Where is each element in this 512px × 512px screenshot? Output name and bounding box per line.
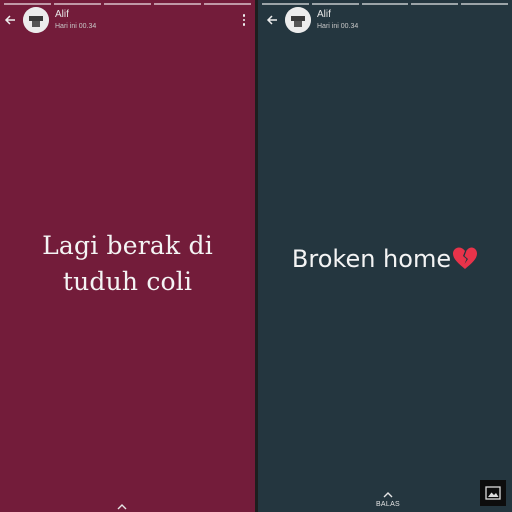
chevron-up-icon[interactable] [116, 498, 128, 510]
caption-line: Lagi berak di [42, 231, 213, 260]
story-progress-bar [4, 3, 251, 5]
story-progress-bar [262, 3, 508, 5]
more-vert-icon[interactable] [241, 12, 247, 28]
story-timestamp: Hari ini 00.34 [317, 23, 359, 30]
story-caption: Broken home [258, 243, 512, 278]
story-timestamp: Hari ini 00.34 [55, 23, 97, 30]
story-panel-left[interactable]: Alif Hari ini 00.34 Lagi berak di tuduh … [0, 0, 255, 512]
story-header: Alif Hari ini 00.34 [258, 6, 512, 34]
back-arrow-icon[interactable] [263, 11, 281, 29]
author-name: Alif [55, 9, 69, 20]
broken-heart-icon [452, 246, 478, 278]
caption-line: tuduh coli [62, 267, 193, 296]
avatar[interactable] [23, 7, 49, 33]
chevron-up-icon[interactable] [382, 486, 394, 498]
reply-button[interactable]: BALAS [370, 501, 406, 508]
story-header: Alif Hari ini 00.34 [0, 6, 255, 34]
story-caption: Lagi berak di tuduh coli [0, 228, 255, 300]
story-panel-right[interactable]: Alif Hari ini 00.34 Broken home BALAS [258, 0, 512, 512]
author-name: Alif [317, 9, 331, 20]
gallery-icon[interactable] [480, 480, 506, 506]
avatar[interactable] [285, 7, 311, 33]
back-arrow-icon[interactable] [1, 11, 19, 29]
caption-text: Broken home [291, 245, 452, 273]
